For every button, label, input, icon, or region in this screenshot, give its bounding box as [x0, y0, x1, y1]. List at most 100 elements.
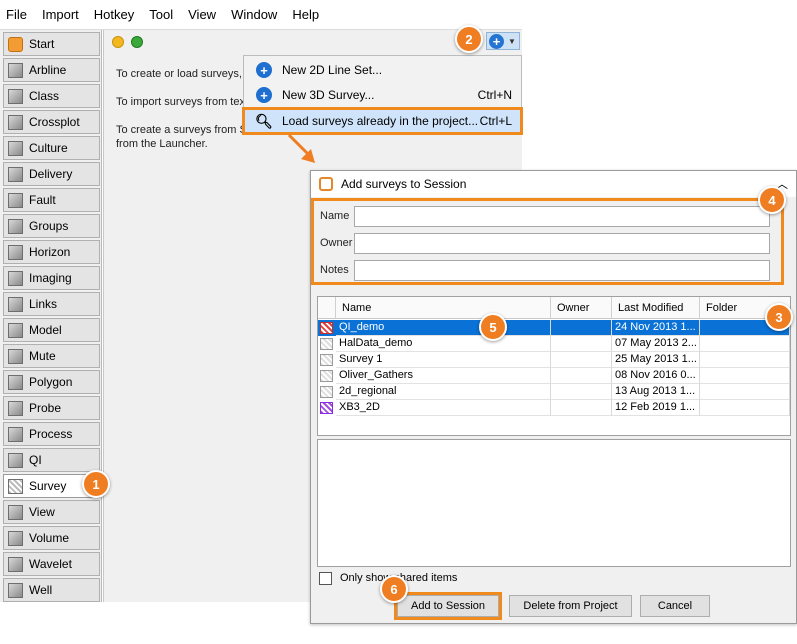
column-header-owner[interactable]: Owner: [551, 297, 612, 319]
maximize-dot-icon[interactable]: [131, 36, 143, 48]
add-survey-button[interactable]: + ▼: [486, 32, 520, 50]
sidebar-item-label: Start: [29, 37, 55, 51]
cell-folder: [700, 384, 790, 400]
cell-owner: [551, 384, 612, 400]
sidebar-item-process[interactable]: Process: [3, 422, 100, 446]
sidebar-item-label: QI: [29, 453, 42, 467]
table-header: Name Owner Last Modified Folder: [318, 297, 790, 319]
main-text-line: To import surveys from tex: [116, 96, 245, 108]
sidebar-item-class[interactable]: Class: [3, 84, 100, 108]
wavelet-icon: [8, 556, 23, 572]
column-header-name[interactable]: Name: [336, 297, 551, 319]
sidebar-item-start[interactable]: Start: [3, 32, 100, 56]
survey-3d-red-icon: [320, 322, 333, 334]
cell-folder: [700, 336, 790, 352]
sidebar-item-label: Survey: [29, 479, 67, 493]
cell-name: HalData_demo: [336, 336, 551, 352]
sidebar-item-culture[interactable]: Culture: [3, 136, 100, 160]
sidebar-item-label: View: [29, 505, 55, 519]
sidebar-item-volume[interactable]: Volume: [3, 526, 100, 550]
menu-import[interactable]: Import: [42, 7, 79, 22]
sidebar-item-mute[interactable]: Mute: [3, 344, 100, 368]
sidebar: Start Arbline Class Crossplot Culture De…: [0, 30, 102, 602]
sidebar-item-arbline[interactable]: Arbline: [3, 58, 100, 82]
menu-item-new-3d-survey[interactable]: + New 3D Survey... Ctrl+N: [244, 83, 521, 107]
sidebar-item-fault[interactable]: Fault: [3, 188, 100, 212]
sidebar-item-crossplot[interactable]: Crossplot: [3, 110, 100, 134]
sidebar-item-label: Crossplot: [29, 115, 80, 129]
sidebar-item-probe[interactable]: Probe: [3, 396, 100, 420]
sidebar-item-label: Well: [29, 583, 53, 597]
menu-file[interactable]: File: [6, 7, 27, 22]
delete-from-project-button[interactable]: Delete from Project: [509, 595, 632, 617]
add-survey-menu: + New 2D Line Set... + New 3D Survey... …: [242, 55, 523, 135]
culture-icon: [8, 140, 23, 156]
start-icon: [8, 36, 23, 52]
sidebar-item-groups[interactable]: Groups: [3, 214, 100, 238]
sidebar-item-label: Horizon: [29, 245, 71, 259]
class-icon: [8, 88, 23, 104]
sidebar-item-polygon[interactable]: Polygon: [3, 370, 100, 394]
plus-circle-icon: +: [256, 87, 272, 103]
add-surveys-dialog: Add surveys to Session ︿ Name Owner Note…: [310, 170, 797, 624]
name-field[interactable]: [354, 206, 770, 227]
callout-badge: 6: [380, 575, 408, 603]
menu-view[interactable]: View: [188, 7, 216, 22]
table-row[interactable]: QI_demo 24 Nov 2013 1...: [318, 320, 790, 336]
cancel-button[interactable]: Cancel: [640, 595, 710, 617]
table-row[interactable]: 2d_regional 13 Aug 2013 1...: [318, 384, 790, 400]
minimize-dot-icon[interactable]: [112, 36, 124, 48]
crossplot-icon: [8, 114, 23, 130]
add-to-session-button[interactable]: Add to Session: [394, 592, 502, 620]
sidebar-item-view[interactable]: View: [3, 500, 100, 524]
table-row[interactable]: XB3_2D 12 Feb 2019 1...: [318, 400, 790, 416]
icon-column-header: [318, 297, 336, 319]
table-row[interactable]: Survey 1 25 May 2013 1...: [318, 352, 790, 368]
sidebar-item-imaging[interactable]: Imaging: [3, 266, 100, 290]
menu-item-load-surveys[interactable]: 🔍︎ Load surveys already in the project..…: [242, 107, 523, 135]
menu-tool[interactable]: Tool: [149, 7, 173, 22]
sidebar-item-model[interactable]: Model: [3, 318, 100, 342]
main-text-line: To create or load surveys,: [116, 68, 242, 80]
cell-modified: 24 Nov 2013 1...: [612, 320, 700, 336]
cell-name: Oliver_Gathers: [336, 368, 551, 384]
menu-item-new-2d-line-set[interactable]: + New 2D Line Set...: [244, 58, 521, 82]
cell-owner: [551, 336, 612, 352]
survey-3d-icon: [320, 354, 333, 366]
fault-icon: [8, 192, 23, 208]
survey-icon: [8, 478, 23, 494]
flow-arrow-icon: [287, 133, 315, 163]
notes-label: Notes: [320, 264, 349, 276]
sidebar-item-label: Arbline: [29, 63, 67, 77]
cell-folder: [700, 352, 790, 368]
column-header-last-modified[interactable]: Last Modified: [612, 297, 700, 319]
volume-icon: [8, 530, 23, 546]
sidebar-item-qi[interactable]: QI: [3, 448, 100, 472]
cell-folder: [700, 368, 790, 384]
owner-field[interactable]: [354, 233, 770, 254]
menu-help[interactable]: Help: [292, 7, 319, 22]
menu-hotkey[interactable]: Hotkey: [94, 7, 134, 22]
cell-name: XB3_2D: [336, 400, 551, 416]
magnifier-icon: 🔍︎: [255, 113, 273, 129]
callout-badge: 2: [455, 25, 483, 53]
sidebar-item-wavelet[interactable]: Wavelet: [3, 552, 100, 576]
table-row[interactable]: Oliver_Gathers 08 Nov 2016 0...: [318, 368, 790, 384]
cell-modified: 12 Feb 2019 1...: [612, 400, 700, 416]
callout-badge: 4: [758, 186, 786, 214]
notes-field[interactable]: [354, 260, 770, 281]
cell-owner: [551, 352, 612, 368]
chevron-down-icon: ▼: [508, 36, 516, 46]
sidebar-item-label: Delivery: [29, 167, 73, 181]
sidebar-item-delivery[interactable]: Delivery: [3, 162, 100, 186]
table-row[interactable]: HalData_demo 07 May 2013 2...: [318, 336, 790, 352]
qi-icon: [8, 452, 23, 468]
sidebar-item-horizon[interactable]: Horizon: [3, 240, 100, 264]
sidebar-item-well[interactable]: Well: [3, 578, 100, 602]
sidebar-item-label: Class: [29, 89, 60, 103]
only-shared-checkbox[interactable]: [319, 572, 332, 585]
sidebar-item-links[interactable]: Links: [3, 292, 100, 316]
menu-window[interactable]: Window: [231, 7, 277, 22]
survey-dialog-icon: [319, 177, 333, 191]
survey-detail-panel: [317, 439, 791, 567]
